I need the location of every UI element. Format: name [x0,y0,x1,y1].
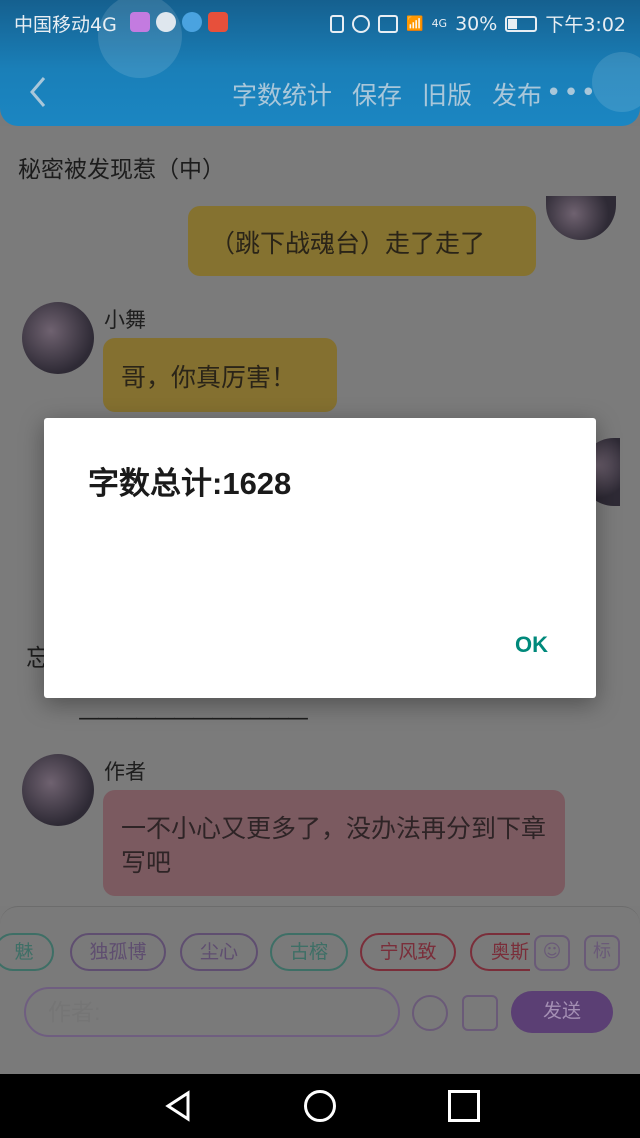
character-chip[interactable]: 独孤博 [70,933,166,971]
hd-icon [378,14,399,33]
vibrate-icon [330,14,345,33]
chapter-title: 秘密被发现惹（中） [18,157,225,183]
ok-button[interactable]: OK [515,632,548,658]
toolbar: 字数统计 保存 旧版 发布 ••• [0,66,640,122]
character-chip-row[interactable]: 魅 独孤博 尘心 古榕 宁风致 奥斯 [0,933,530,973]
word-count-button[interactable]: 字数统计 [232,76,332,112]
character-chip[interactable]: 宁风致 [360,933,456,971]
sender-name: 小舞 [104,308,146,332]
network-type: 4G [431,17,448,30]
publish-button[interactable]: 发布 [492,76,542,112]
app-header: 中国移动4G 📶 4G 30% 下午3:02 字数统计 保存 旧版 发布 ••• [0,0,640,126]
status-bar: 中国移动4G 📶 4G 30% 下午3:02 [0,0,640,46]
message-bubble-left[interactable]: 哥，你真厉害！ [103,338,337,412]
character-chip[interactable]: 魅 [0,933,54,971]
image-icon[interactable] [462,995,498,1031]
home-circle-icon[interactable] [304,1090,336,1122]
battery-icon [505,15,538,32]
message-bubble-left[interactable]: 一不小心又更多了，没办法再分到下章写吧 [103,790,565,896]
toolbar-actions: 字数统计 保存 旧版 发布 [232,76,542,112]
send-button[interactable]: 发送 [511,991,613,1033]
save-button[interactable]: 保存 [352,76,402,112]
more-dots-icon[interactable]: ••• [546,78,598,108]
divider-line: ———————————— [78,706,309,731]
browser-icon [182,12,202,32]
author-input[interactable] [24,987,400,1037]
word-count-dialog: 字数总计:1628 OK [44,418,596,698]
battery-percent: 30% [455,12,498,35]
status-app-icons [130,12,228,32]
avatar[interactable] [546,196,616,240]
sender-name: 作者 [104,760,146,784]
user-profile-icon[interactable]: ☺ [534,935,570,971]
chevron-left-icon[interactable] [22,72,56,112]
photos-icon [130,12,150,32]
old-version-button[interactable]: 旧版 [422,76,472,112]
character-chip[interactable]: 奥斯 [470,933,530,971]
back-triangle-icon[interactable] [162,1090,194,1122]
character-chip[interactable]: 古榕 [270,933,348,971]
input-panel: 魅 独孤博 尘心 古榕 宁风致 奥斯 ☺ 标 发送 [0,906,640,1074]
avatar[interactable] [22,754,94,826]
badge-100-icon [208,12,228,32]
tag-button[interactable]: 标 [584,935,620,971]
message-bubble-right[interactable]: （跳下战魂台）走了走了 [188,206,536,276]
alarm-icon [352,14,371,33]
carrier-label: 中国移动4G [14,14,117,36]
avatar[interactable] [22,302,94,374]
dialog-message: 字数总计:1628 [88,466,292,501]
message-icon [156,12,176,32]
status-right: 📶 4G 30% 下午3:02 [330,10,626,37]
recents-square-icon[interactable] [448,1090,480,1122]
system-nav-bar [0,1074,640,1138]
emoji-icon[interactable] [412,995,448,1031]
clock: 下午3:02 [545,14,626,36]
wifi-icon: 📶 [406,15,424,32]
character-chip[interactable]: 尘心 [180,933,258,971]
